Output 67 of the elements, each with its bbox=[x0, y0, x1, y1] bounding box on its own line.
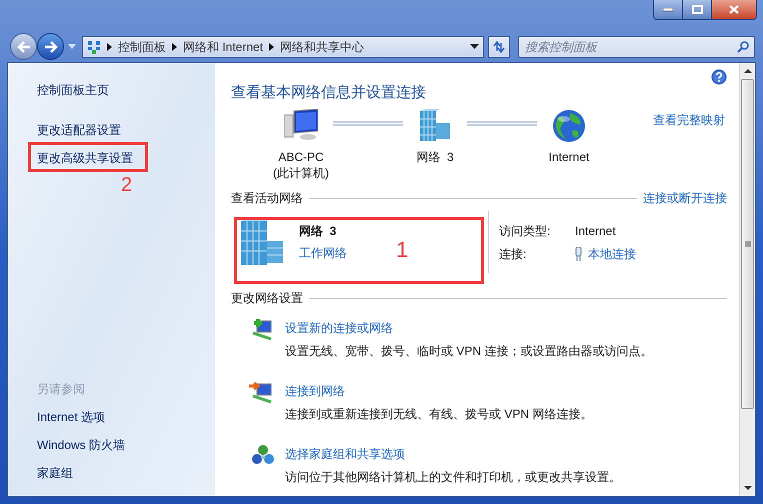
breadcrumb[interactable]: 网络和 Internet bbox=[183, 38, 264, 56]
chevron-icon bbox=[172, 42, 177, 50]
back-button[interactable] bbox=[10, 33, 37, 60]
task-link[interactable]: 连接到网络 bbox=[285, 382, 345, 400]
breadcrumb[interactable]: 控制面板 bbox=[118, 38, 166, 56]
homegroup-icon bbox=[249, 443, 275, 467]
plug-icon bbox=[575, 246, 582, 260]
connection-line bbox=[333, 121, 403, 127]
annotation-number: 2 bbox=[121, 175, 132, 195]
task-description: 访问位于其他网络计算机上的文件和打印机，或更改共享设置。 bbox=[285, 469, 621, 486]
connect-link[interactable]: 连接或断开连接 bbox=[643, 189, 727, 207]
network-icon bbox=[87, 40, 101, 54]
refresh-button[interactable] bbox=[488, 36, 510, 58]
help-icon bbox=[711, 69, 727, 85]
map-link[interactable]: 查看完整映射 bbox=[653, 111, 725, 129]
sidebar-link[interactable]: Internet 选项 bbox=[37, 408, 106, 426]
caret-icon bbox=[68, 44, 76, 49]
close-button[interactable] bbox=[712, 0, 756, 19]
node-label: (此计算机) bbox=[273, 165, 329, 181]
minimize-icon bbox=[663, 8, 673, 12]
caret-icon bbox=[470, 44, 479, 49]
search-field[interactable]: 搜索控制面板 bbox=[518, 36, 755, 58]
sidebar-link[interactable]: 家庭组 bbox=[37, 464, 73, 482]
node-label: ABC-PC bbox=[278, 149, 324, 165]
computer-icon bbox=[284, 109, 318, 143]
chevron-icon bbox=[269, 42, 274, 50]
history-dropdown[interactable] bbox=[68, 42, 78, 52]
field-label: 连接: bbox=[499, 246, 528, 262]
network-icon bbox=[418, 109, 452, 143]
search-icon bbox=[737, 40, 749, 52]
section-heading: 查看活动网络 bbox=[231, 190, 303, 207]
field-value: Internet bbox=[575, 222, 617, 240]
sidebar-link[interactable]: 控制面板主页 bbox=[37, 81, 109, 99]
grip-icon bbox=[744, 241, 750, 247]
task-description: 连接到或重新连接到无线、有线、拨号或 VPN 网络连接。 bbox=[285, 406, 592, 423]
minimize-button[interactable] bbox=[654, 0, 683, 19]
node-label: Internet bbox=[548, 149, 590, 165]
node-label: 网络 3 bbox=[416, 149, 454, 165]
close-icon bbox=[729, 5, 739, 14]
sidebar-link[interactable]: 更改适配器设置 bbox=[37, 121, 121, 139]
field-label: 访问类型: bbox=[499, 222, 552, 240]
network-type-link[interactable]: 工作网络 bbox=[299, 244, 347, 262]
forward-button[interactable] bbox=[37, 33, 64, 60]
task-description: 设置无线、宽带、拨号、临时或 VPN 连接；或设置路由器或访问点。 bbox=[285, 343, 652, 360]
breadcrumb[interactable]: 网络和共享中心 bbox=[280, 38, 364, 56]
scrollbar[interactable] bbox=[739, 63, 755, 496]
scrollbar-thumb[interactable] bbox=[741, 79, 754, 409]
arrow-right-icon bbox=[44, 40, 58, 52]
task-link[interactable]: 设置新的连接或网络 bbox=[285, 319, 393, 337]
section-heading: 另请参阅 bbox=[37, 381, 85, 398]
task-link[interactable]: 选择家庭组和共享选项 bbox=[285, 445, 405, 463]
sidebar-link[interactable]: 更改高级共享设置 bbox=[37, 149, 133, 167]
section-heading: 更改网络设置 bbox=[231, 290, 303, 307]
address-bar[interactable]: 控制面板 网络和 Internet 网络和共享中心 bbox=[82, 36, 484, 58]
chevron-icon bbox=[107, 42, 112, 50]
building-icon bbox=[239, 217, 285, 267]
maximize-icon bbox=[692, 5, 702, 14]
network-name: 网络 3 bbox=[299, 223, 338, 240]
refresh-icon bbox=[492, 40, 506, 52]
sidebar-link[interactable]: Windows 防火墙 bbox=[37, 436, 126, 454]
page-title: 查看基本网络信息并设置连接 bbox=[231, 83, 427, 103]
annotation-number: 1 bbox=[396, 239, 408, 261]
connection-link[interactable]: 本地连接 bbox=[588, 244, 636, 262]
connection-line bbox=[467, 121, 537, 127]
maximize-button[interactable] bbox=[683, 0, 712, 19]
internet-icon bbox=[552, 109, 586, 143]
arrow-left-icon bbox=[16, 40, 30, 52]
